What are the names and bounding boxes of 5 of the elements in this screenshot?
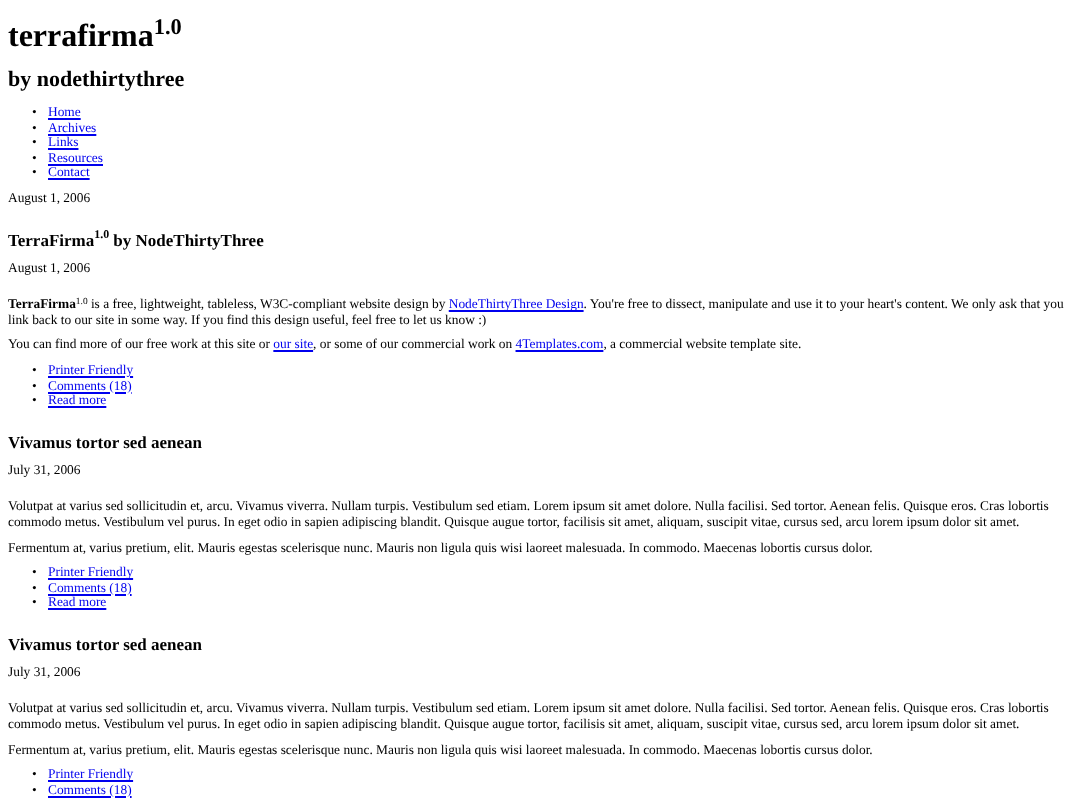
post-title: TerraFirma$^{1.0}$ by NodeThirtyThree: [8, 227, 266, 250]
site-subtitle: by nodethirtythree: [8, 68, 187, 94]
post-title: Vivamus tortor sed aenean: [8, 429, 205, 452]
site-title: terrafirma$^{1.0}$: [8, 13, 182, 56]
post-title: Vivamus tortor sed aenean: [8, 631, 205, 654]
